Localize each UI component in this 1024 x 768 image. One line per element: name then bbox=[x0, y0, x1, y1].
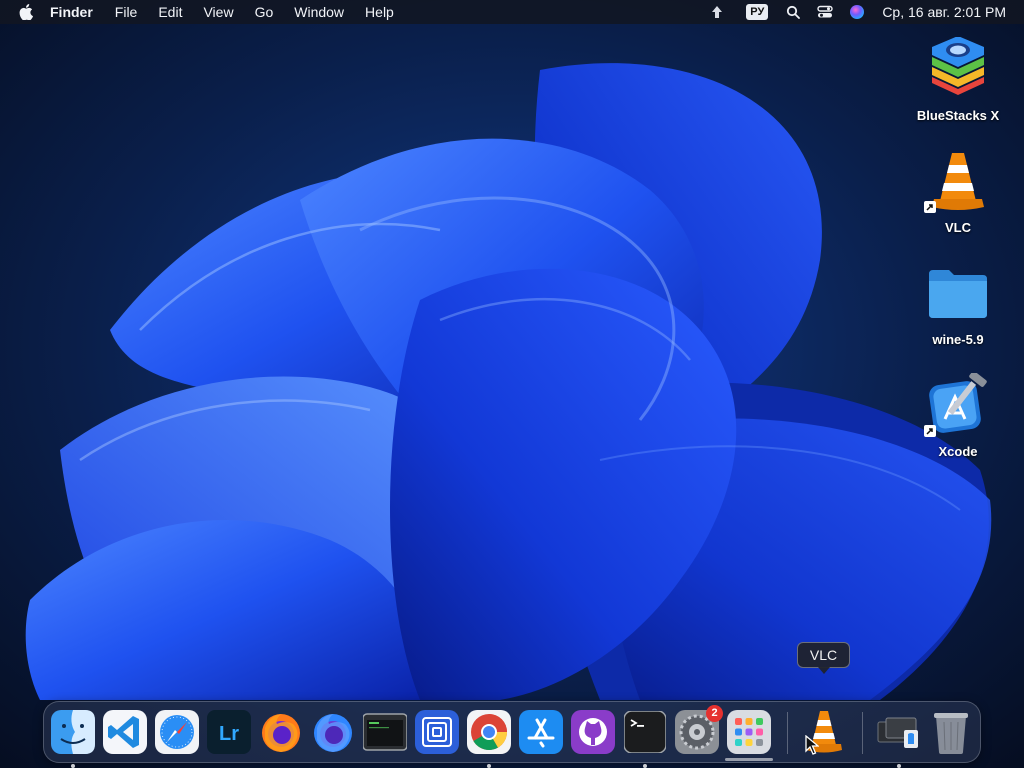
dock-terminal[interactable] bbox=[622, 709, 668, 768]
dock-squares-app[interactable] bbox=[414, 709, 460, 755]
menu-clock[interactable]: Ср, 16 авг. 2:01 PM bbox=[882, 4, 1006, 20]
terminal-icon bbox=[624, 711, 666, 753]
keyboard-layout-badge[interactable]: РУ bbox=[746, 0, 769, 24]
running-indicator bbox=[643, 764, 647, 768]
xcode-icon bbox=[922, 369, 994, 441]
status-area: РУ Ср, 16 авг. 2:01 PM bbox=[706, 0, 1024, 24]
squares-app-icon bbox=[415, 710, 459, 754]
desktop-icon-wine-folder[interactable]: wine-5.9 bbox=[908, 257, 1008, 347]
vscode-icon bbox=[103, 710, 147, 754]
dock-firefox-dev[interactable] bbox=[310, 709, 356, 755]
menu-app-finder[interactable]: Finder bbox=[50, 0, 93, 24]
menu-help[interactable]: Help bbox=[365, 0, 394, 24]
photos-stack-icon bbox=[877, 717, 918, 748]
dock-vscode[interactable] bbox=[102, 709, 148, 755]
dock-chrome[interactable] bbox=[466, 709, 512, 768]
desktop-icon-xcode[interactable]: Xcode bbox=[908, 369, 1008, 459]
desktop-icon-bluestacks[interactable]: BlueStacks X bbox=[908, 33, 1008, 123]
apple-icon[interactable] bbox=[16, 2, 36, 22]
upload-indicator-icon[interactable] bbox=[706, 0, 728, 24]
launchpad-icon bbox=[727, 710, 771, 754]
firefox-icon bbox=[262, 714, 300, 752]
running-indicator bbox=[71, 764, 75, 768]
dock-tooltip: VLC bbox=[797, 642, 850, 674]
keyboard-layout-label: РУ bbox=[746, 4, 769, 20]
notification-badge: 2 bbox=[706, 705, 723, 722]
bluestacks-icon bbox=[922, 33, 994, 105]
dock-scroll-indicator bbox=[725, 758, 773, 761]
firefox-dev-icon bbox=[314, 714, 352, 752]
app-store-icon bbox=[519, 710, 563, 754]
desktop-wallpaper bbox=[0, 0, 1024, 768]
menu-file[interactable]: File bbox=[115, 0, 138, 24]
dock-separator bbox=[787, 712, 788, 754]
control-center-icon[interactable] bbox=[814, 0, 836, 24]
alias-arrow-icon bbox=[924, 425, 936, 437]
vlc-cone-icon bbox=[922, 145, 994, 217]
desktop-icon-label: Xcode bbox=[938, 444, 978, 459]
github-icon bbox=[571, 710, 615, 754]
menu-view[interactable]: View bbox=[203, 0, 233, 24]
menu-go[interactable]: Go bbox=[255, 0, 274, 24]
menu-edit[interactable]: Edit bbox=[158, 0, 182, 24]
desktop-icon-vlc[interactable]: VLC bbox=[908, 145, 1008, 235]
alias-arrow-icon bbox=[924, 201, 936, 213]
dock-app-store[interactable] bbox=[518, 709, 564, 755]
dock-separator bbox=[862, 712, 863, 754]
lightroom-icon: Lr bbox=[207, 710, 251, 754]
finder-icon bbox=[51, 710, 95, 754]
desktop-icon-label: BlueStacks X bbox=[916, 108, 1000, 123]
safari-icon bbox=[155, 710, 199, 754]
dock-launchpad[interactable] bbox=[726, 709, 772, 755]
folder-icon bbox=[922, 257, 994, 329]
mouse-cursor-icon bbox=[805, 735, 819, 755]
dock-finder[interactable] bbox=[50, 709, 96, 768]
chrome-icon bbox=[467, 710, 511, 754]
dock-firefox[interactable] bbox=[258, 709, 304, 755]
dock-photos-stack[interactable] bbox=[876, 709, 922, 768]
desktop-icon-label: wine-5.9 bbox=[932, 332, 984, 347]
desktop-icon-label: VLC bbox=[945, 220, 971, 235]
dock-safari[interactable] bbox=[154, 709, 200, 755]
lightroom-label: Lr bbox=[219, 723, 239, 745]
siri-icon[interactable] bbox=[846, 0, 868, 24]
console-icon bbox=[363, 713, 407, 751]
dock-system-settings[interactable]: 2 bbox=[674, 705, 723, 755]
menu-bar: Finder File Edit View Go Window Help РУ … bbox=[0, 0, 1024, 24]
search-icon[interactable] bbox=[782, 0, 804, 24]
dock-lightroom[interactable]: Lr bbox=[206, 709, 252, 755]
dock-github[interactable] bbox=[570, 709, 616, 755]
running-indicator bbox=[487, 764, 491, 768]
trash-icon bbox=[934, 713, 968, 754]
running-indicator bbox=[897, 764, 901, 768]
dock-trash[interactable] bbox=[928, 709, 974, 755]
dock: Lr 2 bbox=[43, 701, 981, 768]
menu-window[interactable]: Window bbox=[294, 0, 344, 24]
dock-console[interactable] bbox=[362, 709, 408, 755]
